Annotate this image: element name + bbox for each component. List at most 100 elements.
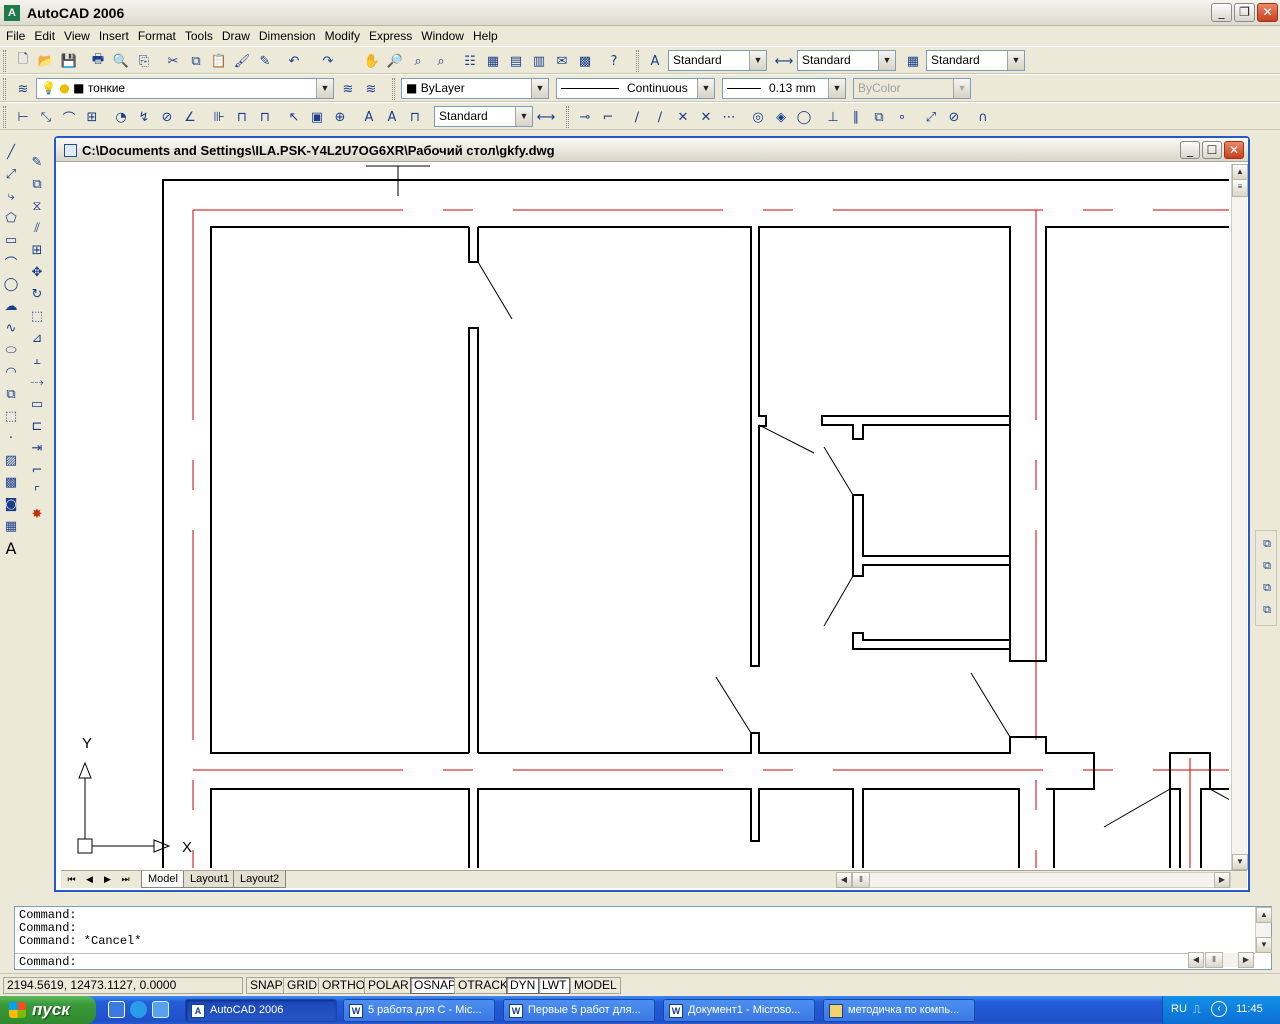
toolbar-grip[interactable]: [3, 50, 6, 72]
ellipse-icon[interactable]: ⬭: [0, 340, 22, 360]
make-block-icon[interactable]: ⬚: [0, 406, 22, 426]
menu-file[interactable]: File: [2, 26, 30, 46]
drawing-close-button[interactable]: ✕: [1224, 141, 1244, 159]
publish-icon[interactable]: ⎘: [134, 51, 154, 71]
send-under-icon[interactable]: ⧉: [1258, 601, 1276, 619]
extend-icon[interactable]: ⤏: [26, 372, 48, 392]
start-button[interactable]: пуск: [0, 996, 96, 1024]
color-select[interactable]: ■ ByLayer ▼: [401, 78, 549, 99]
zoom-previous-icon[interactable]: ⌕: [431, 51, 451, 71]
snap-nearest-icon[interactable]: ⤢: [921, 107, 941, 127]
break-icon[interactable]: ⊏: [26, 416, 48, 436]
array-icon[interactable]: ⊞: [26, 240, 48, 260]
model-space-canvas[interactable]: Y X: [61, 164, 1229, 868]
move-icon[interactable]: ✥: [26, 262, 48, 282]
scroll-right-button[interactable]: ▶: [1214, 872, 1230, 888]
tab-layout2[interactable]: Layout2: [233, 871, 287, 888]
jogged-dimension-icon[interactable]: ↯: [134, 107, 154, 127]
spline-icon[interactable]: ∿: [0, 318, 22, 338]
snap-quadrant-icon[interactable]: ◈: [771, 107, 791, 127]
revision-cloud-icon[interactable]: ☁: [0, 296, 22, 316]
zoom-window-icon[interactable]: ⌕: [408, 51, 428, 71]
language-indicator[interactable]: RU: [1171, 1003, 1187, 1015]
osnap-toggle[interactable]: OSNAP: [410, 977, 461, 994]
previous-tab-button[interactable]: ◀: [82, 873, 97, 887]
quick-dimension-icon[interactable]: ⊪: [209, 107, 229, 127]
snap-apparent-intersection-icon[interactable]: ✕: [696, 107, 716, 127]
point-icon[interactable]: ·: [0, 428, 22, 448]
scroll-left-button[interactable]: ◀: [836, 872, 852, 888]
diameter-dimension-icon[interactable]: ⊘: [157, 107, 177, 127]
hatch-icon[interactable]: ▨: [0, 450, 22, 470]
restore-button[interactable]: ❐: [1234, 3, 1255, 22]
tab-layout1[interactable]: Layout1: [183, 871, 237, 888]
menu-express[interactable]: Express: [365, 26, 417, 46]
dim-style-icon[interactable]: ⟷: [774, 51, 794, 71]
copy-object-icon[interactable]: ⧉: [26, 174, 48, 194]
drawing-horizontal-scrollbar[interactable]: ◀ ⦀ ▶: [836, 872, 1231, 888]
rectangle-icon[interactable]: ▭: [0, 230, 22, 250]
linear-dimension-icon[interactable]: ⊢: [13, 107, 33, 127]
explode-icon[interactable]: ✸: [26, 504, 48, 524]
command-horizontal-scrollbar[interactable]: ◀ ⦀ ▶: [1188, 952, 1254, 968]
layer-manager-icon[interactable]: ≋: [13, 79, 33, 99]
table-style-select[interactable]: Standard ▼: [926, 50, 1025, 71]
join-icon[interactable]: ⇥: [26, 438, 48, 458]
make-current-layer-icon[interactable]: ≋: [338, 79, 358, 99]
otrack-toggle[interactable]: OTRACK: [454, 977, 513, 994]
snap-perpendicular-icon[interactable]: ⊥: [823, 107, 843, 127]
snap-from-icon[interactable]: ⌐: [598, 107, 618, 127]
command-scroll-up-button[interactable]: ▲: [1256, 907, 1272, 923]
angular-dimension-icon[interactable]: ∠: [180, 107, 200, 127]
toolbar-grip[interactable]: [566, 106, 569, 128]
toolbar-grip[interactable]: [3, 78, 6, 100]
menu-format[interactable]: Format: [134, 26, 181, 46]
dimension-style-select[interactable]: Standard ▼: [434, 106, 533, 127]
snap-parallel-icon[interactable]: ∥: [846, 107, 866, 127]
table-icon[interactable]: ▦: [0, 516, 22, 536]
first-tab-button[interactable]: ⏮: [64, 873, 79, 887]
model-toggle[interactable]: MODEL: [570, 977, 621, 994]
table-style-icon[interactable]: ▦: [903, 51, 923, 71]
menu-tools[interactable]: Tools: [181, 26, 218, 46]
command-prompt[interactable]: Command:: [19, 956, 77, 969]
command-scroll-right-button[interactable]: ▶: [1238, 952, 1254, 968]
quick-leader-icon[interactable]: ↖: [284, 107, 304, 127]
media-player-icon[interactable]: [130, 1001, 147, 1018]
lwt-toggle[interactable]: LWT: [538, 977, 571, 994]
help-icon[interactable]: ?: [604, 51, 624, 71]
snap-tangent-icon[interactable]: ◯: [794, 107, 814, 127]
close-button[interactable]: ✕: [1257, 3, 1278, 22]
toolbar-grip[interactable]: [392, 78, 395, 100]
task-autocad[interactable]: A AutoCAD 2006: [185, 999, 337, 1022]
coordinate-readout[interactable]: 2194.5619, 12473.1127, 0.0000: [3, 977, 243, 994]
snap-insert-icon[interactable]: ⧉: [869, 107, 889, 127]
menu-edit[interactable]: Edit: [30, 26, 60, 46]
command-scrollbar[interactable]: ▲ ▼: [1255, 907, 1272, 953]
gradient-icon[interactable]: ▩: [0, 472, 22, 492]
construction-line-icon[interactable]: ⤢: [0, 164, 22, 184]
next-tab-button[interactable]: ▶: [100, 873, 115, 887]
tray-expand-icon[interactable]: ‹: [1211, 1001, 1227, 1017]
menu-window[interactable]: Window: [417, 26, 469, 46]
paste-icon[interactable]: 📋: [209, 51, 229, 71]
chamfer-icon[interactable]: ⌐: [26, 460, 48, 480]
zoom-realtime-icon[interactable]: 🔎: [385, 51, 405, 71]
snap-extension-icon[interactable]: ⋯: [719, 107, 739, 127]
text-style-select[interactable]: Standard ▼: [668, 50, 767, 71]
command-scroll-thumb[interactable]: ⦀: [1205, 952, 1223, 968]
aligned-dimension-icon[interactable]: ⤡: [36, 107, 56, 127]
open-file-icon[interactable]: 📂: [36, 51, 56, 71]
grid-toggle[interactable]: GRID: [283, 977, 321, 994]
scale-icon[interactable]: ⬚: [26, 306, 48, 326]
redo-icon[interactable]: ↷: [318, 51, 338, 71]
network-icon[interactable]: ⎍: [1193, 1003, 1201, 1017]
properties-icon[interactable]: ☷: [460, 51, 480, 71]
cut-icon[interactable]: ✂: [163, 51, 183, 71]
arc-length-icon[interactable]: ⌒: [59, 107, 79, 127]
task-word-doc-2[interactable]: W Первые 5 работ для...: [503, 999, 655, 1022]
line-icon[interactable]: ╱: [0, 142, 22, 162]
radius-dimension-icon[interactable]: ◔: [111, 107, 131, 127]
ortho-toggle[interactable]: ORTHO: [318, 977, 370, 994]
baseline-dimension-icon[interactable]: ⊓: [232, 107, 252, 127]
